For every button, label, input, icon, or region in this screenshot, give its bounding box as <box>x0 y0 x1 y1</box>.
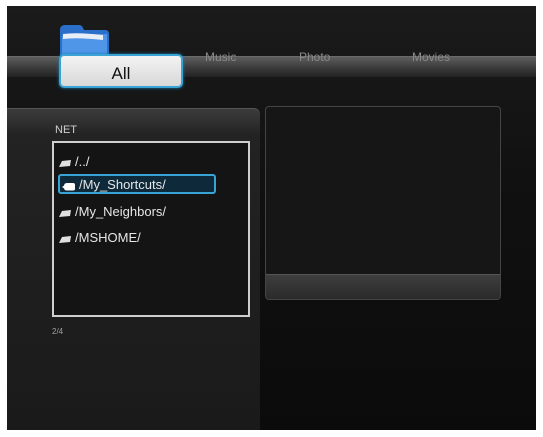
media-browser-screen: All Music Photo Movies NET /../ /My_Shor… <box>7 6 536 430</box>
preview-info-bar <box>266 274 500 299</box>
list-item-my-shortcuts[interactable]: /My_Shortcuts/ <box>58 174 216 194</box>
list-item-my-neighbors[interactable]: /My_Neighbors/ <box>58 201 166 221</box>
preview-panel <box>265 106 501 300</box>
drive-icon <box>59 236 71 243</box>
file-browser-panel: NET /../ /My_Shortcuts/ /My_Neighbors/ /… <box>7 108 260 430</box>
list-item-label: /My_Shortcuts/ <box>79 176 166 192</box>
list-item-label: /MSHOME/ <box>75 229 141 245</box>
hand-pointer-icon <box>62 183 75 191</box>
file-list: /../ /My_Shortcuts/ /My_Neighbors/ /MSHO… <box>52 141 250 317</box>
tab-all-label: All <box>111 64 131 83</box>
tab-music[interactable]: Music <box>205 50 236 64</box>
tab-all[interactable]: All <box>59 54 183 88</box>
list-item-mshome[interactable]: /MSHOME/ <box>58 227 141 247</box>
location-label: NET <box>55 124 77 136</box>
tab-photo[interactable]: Photo <box>299 50 330 64</box>
drive-icon <box>59 210 71 217</box>
list-item-label: /My_Neighbors/ <box>75 203 167 219</box>
drive-icon <box>59 160 71 167</box>
list-item-label: /../ <box>75 153 90 169</box>
page-count: 2/4 <box>52 327 64 336</box>
list-item-parent[interactable]: /../ <box>58 151 89 171</box>
tab-movies[interactable]: Movies <box>412 50 450 64</box>
